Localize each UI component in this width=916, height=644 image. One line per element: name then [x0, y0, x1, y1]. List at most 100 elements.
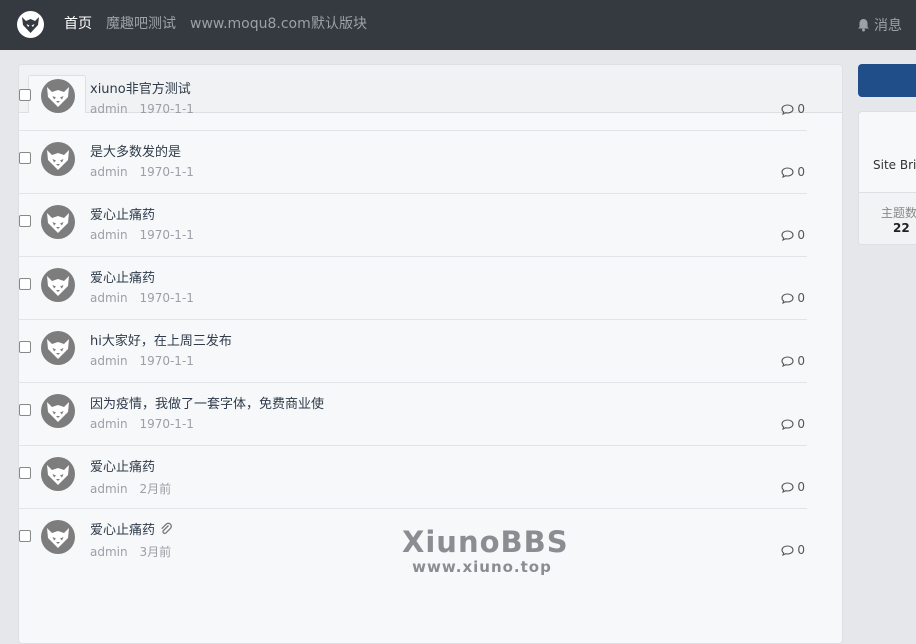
thread-meta: admin 1970-1-1	[90, 102, 194, 116]
comment-icon	[781, 103, 794, 115]
thread-title-wrap[interactable]: 爱心止痛药	[90, 456, 155, 475]
thread-title-wrap[interactable]: hi大家好，在上周三发布	[90, 330, 232, 349]
nav-home[interactable]: 首页	[64, 0, 92, 50]
thread-author[interactable]: admin	[90, 102, 128, 116]
reply-count: 0	[797, 354, 805, 368]
watermark-line1: XiunoBBS	[402, 525, 569, 559]
thread-date: 1970-1-1	[139, 417, 194, 431]
thread-title-wrap[interactable]: 因为疫情，我做了一套字体，免费商业使	[90, 393, 324, 412]
thread-title[interactable]: xiuno非官方测试	[90, 78, 191, 97]
user-avatar-icon[interactable]	[41, 394, 75, 428]
thread-title[interactable]: 因为疫情，我做了一套字体，免费商业使	[90, 393, 324, 412]
thread-author[interactable]: admin	[90, 482, 128, 496]
top-navbar: 首页 魔趣吧测试 www.moqu8.com 默认版块 消息	[0, 0, 916, 50]
user-avatar-icon[interactable]	[41, 79, 75, 113]
thread-checkbox[interactable]	[19, 278, 31, 290]
thread-title-wrap[interactable]: 爱心止痛药	[90, 519, 173, 538]
thread-replies: 0	[781, 102, 805, 116]
thread-row[interactable]: 爱心止痛药 admin 2月前 0	[18, 446, 807, 509]
comment-icon	[781, 292, 794, 304]
nav-moqu8-site[interactable]: www.moqu8.com	[190, 0, 311, 50]
thread-row[interactable]: hi大家好，在上周三发布 admin 1970-1-1 0	[18, 320, 807, 383]
thread-author[interactable]: admin	[90, 417, 128, 431]
thread-author[interactable]: admin	[90, 165, 128, 179]
thread-meta: admin 1970-1-1	[90, 228, 194, 242]
thread-row[interactable]: 是大多数发的是 admin 1970-1-1 0	[18, 131, 807, 194]
thread-replies: 0	[781, 165, 805, 179]
thread-checkbox[interactable]	[19, 530, 31, 542]
thread-row[interactable]: xiuno非官方测试 admin 1970-1-1 0	[18, 68, 807, 131]
reply-count: 0	[797, 165, 805, 179]
thread-replies: 0	[781, 480, 805, 494]
thread-date: 1970-1-1	[139, 354, 194, 368]
thread-title[interactable]: 爱心止痛药	[90, 204, 155, 223]
thread-author[interactable]: admin	[90, 354, 128, 368]
thread-checkbox[interactable]	[19, 341, 31, 353]
thread-date: 1970-1-1	[139, 291, 194, 305]
comment-icon	[781, 355, 794, 367]
reply-count: 0	[797, 291, 805, 305]
thread-checkbox[interactable]	[19, 89, 31, 101]
thread-author[interactable]: admin	[90, 291, 128, 305]
thread-row[interactable]: 因为疫情，我做了一套字体，免费商业使 admin 1970-1-1 0	[18, 383, 807, 446]
thread-replies: 0	[781, 354, 805, 368]
thread-checkbox[interactable]	[19, 467, 31, 479]
comment-icon	[781, 544, 794, 556]
thread-title[interactable]: 爱心止痛药	[90, 519, 155, 538]
thread-author[interactable]: admin	[90, 228, 128, 242]
watermark: XiunoBBS www.xiuno.top	[402, 525, 569, 576]
thread-title[interactable]: hi大家好，在上周三发布	[90, 330, 232, 349]
reply-count: 0	[797, 102, 805, 116]
thread-date: 1970-1-1	[139, 102, 194, 116]
thread-replies: 0	[781, 543, 805, 557]
nav-moqu-test[interactable]: 魔趣吧测试	[106, 0, 176, 50]
thread-title-wrap[interactable]: 爱心止痛药	[90, 204, 155, 223]
thread-count-value: 22	[893, 221, 910, 235]
messages-label: 消息	[874, 18, 902, 34]
thread-meta: admin 3月前	[90, 543, 171, 560]
user-avatar-icon[interactable]	[41, 520, 75, 554]
thread-replies: 0	[781, 417, 805, 431]
thread-title-wrap[interactable]: 爱心止痛药	[90, 267, 155, 286]
user-avatar-icon[interactable]	[41, 142, 75, 176]
thread-title[interactable]: 爱心止痛药	[90, 456, 155, 475]
comment-icon	[781, 166, 794, 178]
thread-meta: admin 1970-1-1	[90, 165, 194, 179]
thread-checkbox[interactable]	[19, 215, 31, 227]
thread-title-wrap[interactable]: 是大多数发的是	[90, 141, 181, 160]
thread-title[interactable]: 是大多数发的是	[90, 141, 181, 160]
comment-icon	[781, 418, 794, 430]
thread-replies: 0	[781, 228, 805, 242]
attachment-icon	[161, 522, 172, 534]
thread-title[interactable]: 爱心止痛药	[90, 267, 155, 286]
site-brief: Site Brie	[873, 158, 916, 172]
nav-default-forum[interactable]: 默认版块	[311, 0, 367, 50]
comment-icon	[781, 229, 794, 241]
user-avatar-icon[interactable]	[41, 205, 75, 239]
thread-title-wrap[interactable]: xiuno非官方测试	[90, 78, 191, 97]
thread-meta: admin 2月前	[90, 480, 171, 497]
reply-count: 0	[797, 228, 805, 242]
new-thread-button[interactable]	[858, 64, 916, 97]
thread-row[interactable]: 爱心止痛药 admin 1970-1-1 0	[18, 194, 807, 257]
comment-icon	[781, 481, 794, 493]
thread-author[interactable]: admin	[90, 545, 128, 559]
site-info-card: Site Brie 主题数 22	[858, 111, 916, 245]
user-avatar-icon[interactable]	[41, 331, 75, 365]
xiuno-logo-icon[interactable]	[17, 11, 44, 38]
bell-icon	[858, 19, 869, 32]
thread-checkbox[interactable]	[19, 404, 31, 416]
thread-row[interactable]: 爱心止痛药 admin 1970-1-1 0	[18, 257, 807, 320]
reply-count: 0	[797, 417, 805, 431]
messages-link[interactable]: 消息	[857, 0, 902, 50]
user-avatar-icon[interactable]	[41, 268, 75, 302]
watermark-line2: www.xiuno.top	[412, 558, 552, 576]
thread-meta: admin 1970-1-1	[90, 354, 194, 368]
user-avatar-icon[interactable]	[41, 457, 75, 491]
thread-date: 2月前	[139, 482, 172, 496]
thread-meta: admin 1970-1-1	[90, 291, 194, 305]
thread-date: 1970-1-1	[139, 165, 194, 179]
thread-meta: admin 1970-1-1	[90, 417, 194, 431]
thread-checkbox[interactable]	[19, 152, 31, 164]
site-stats: 主题数 22	[859, 192, 916, 244]
